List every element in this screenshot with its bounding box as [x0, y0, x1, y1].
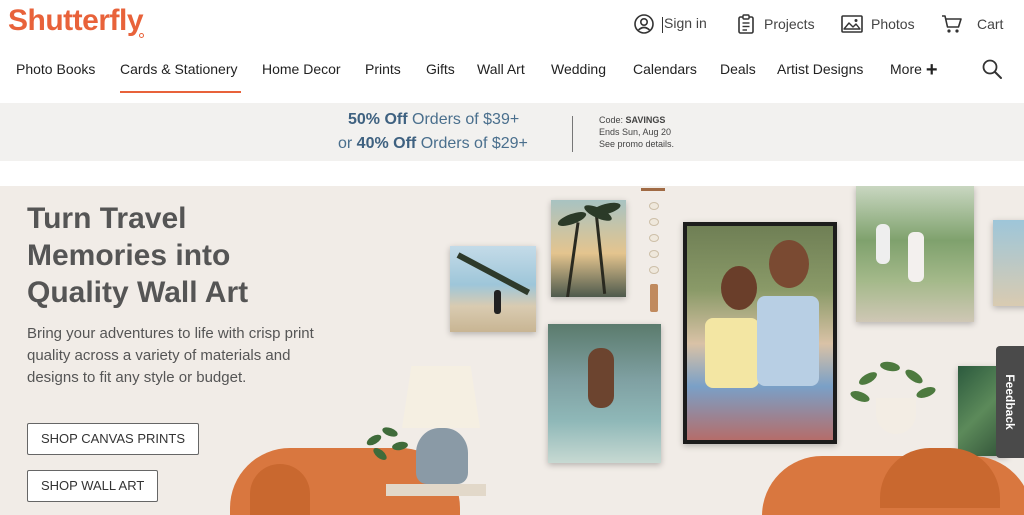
- photos-label: Photos: [871, 16, 915, 32]
- nav-item-calendars[interactable]: Calendars: [633, 56, 697, 82]
- wall-art-edge-canvas: [993, 220, 1024, 306]
- nav-item-prints[interactable]: Prints: [365, 56, 401, 82]
- promo-offer-2: or 40% Off Orders of $29+: [338, 135, 528, 153]
- sign-in-link[interactable]: Sign in: [634, 11, 707, 37]
- lamp-shade: [402, 366, 480, 428]
- hero-title-line-2: Memories into: [27, 239, 231, 272]
- nav-item-artist-designs[interactable]: Artist Designs: [777, 56, 863, 82]
- nav-item-wedding[interactable]: Wedding: [551, 56, 606, 82]
- promo-end-date: Ends Sun, Aug 20: [599, 127, 672, 137]
- feedback-tab[interactable]: Feedback: [996, 346, 1024, 458]
- logo-accent-dot: [139, 33, 144, 38]
- shop-canvas-prints-button[interactable]: SHOP CANVAS PRINTS: [27, 423, 199, 455]
- more-label: More: [890, 61, 922, 77]
- promo-offer-2-prefix: or: [338, 135, 357, 152]
- wall-art-park-canvas: [856, 186, 974, 322]
- promo-offer-1: 50% Off Orders of $39+: [348, 111, 519, 129]
- nav-item-cards-stationery[interactable]: Cards & Stationery: [120, 56, 238, 82]
- nav-item-wall-art[interactable]: Wall Art: [477, 56, 525, 82]
- hero-banner: Turn Travel Memories into Quality Wall A…: [0, 186, 1024, 515]
- promo-details-link[interactable]: See promo details.: [599, 139, 674, 149]
- nav-item-photo-books[interactable]: Photo Books: [16, 56, 95, 82]
- user-icon: [634, 14, 654, 34]
- sign-in-label: Sign in: [664, 15, 707, 32]
- cart-link[interactable]: Cart: [941, 11, 1003, 37]
- hero-copy: Turn Travel Memories into Quality Wall A…: [27, 200, 357, 389]
- photos-link[interactable]: Photos: [841, 11, 915, 37]
- projects-label: Projects: [764, 16, 815, 32]
- wall-art-swing-canvas: [548, 324, 661, 463]
- hero-title-line-3: Quality Wall Art: [27, 276, 249, 309]
- promo-offer-1-terms: Orders of $39+: [407, 111, 520, 128]
- promo-offer-2-discount: 40% Off: [356, 135, 417, 152]
- promo-divider: [572, 116, 573, 152]
- wall-art-beach-canvas: [450, 246, 536, 332]
- shutterfly-logo[interactable]: Shutterfly: [8, 4, 144, 38]
- hero-title: Turn Travel Memories into Quality Wall A…: [27, 200, 357, 311]
- cart-icon: [942, 15, 962, 33]
- promo-banner[interactable]: 50% Off Orders of $39+ or 40% Off Orders…: [0, 103, 1024, 161]
- side-table: [386, 484, 486, 496]
- text-cursor: [662, 16, 663, 33]
- main-nav: Photo Books Cards & Stationery Home Deco…: [0, 56, 1024, 82]
- shop-wall-art-button[interactable]: SHOP WALL ART: [27, 470, 159, 502]
- plus-icon: +: [925, 59, 938, 81]
- wall-art-palm-sunset-canvas: [551, 200, 626, 297]
- site-header: Shutterfly Sign in Projects Photos Cart …: [0, 0, 1024, 103]
- hero-title-line-1: Turn Travel: [27, 202, 187, 235]
- hero-subtitle: Bring your adventures to life with crisp…: [27, 325, 314, 386]
- photo-icon: [841, 15, 863, 33]
- promo-code-value: SAVINGS: [625, 115, 666, 125]
- nav-item-home-decor[interactable]: Home Decor: [262, 56, 341, 82]
- clipboard-icon: [738, 14, 754, 34]
- active-nav-indicator: [120, 91, 241, 93]
- orange-chair-left-arm: [250, 464, 310, 515]
- nav-item-deals[interactable]: Deals: [720, 56, 756, 82]
- hanging-wall-planter: [849, 354, 946, 438]
- cart-label: Cart: [977, 16, 1004, 32]
- search-button[interactable]: [981, 58, 1003, 80]
- lamp-base: [416, 428, 468, 484]
- promo-offer-1-discount: 50% Off: [348, 111, 408, 128]
- promo-offer-2-terms: Orders of $29+: [416, 135, 528, 152]
- shell-wall-hanging: [641, 188, 665, 312]
- projects-link[interactable]: Projects: [736, 11, 815, 37]
- feedback-label: Feedback: [1003, 374, 1017, 430]
- promo-code: Code: SAVINGS: [599, 115, 665, 125]
- promo-code-label: Code:: [599, 115, 626, 125]
- wall-art-framed-kids-portrait: [683, 222, 837, 444]
- nav-item-more[interactable]: More +: [890, 56, 938, 83]
- table-plant: [362, 425, 418, 466]
- nav-item-gifts[interactable]: Gifts: [426, 56, 455, 82]
- search-icon: [982, 59, 1002, 79]
